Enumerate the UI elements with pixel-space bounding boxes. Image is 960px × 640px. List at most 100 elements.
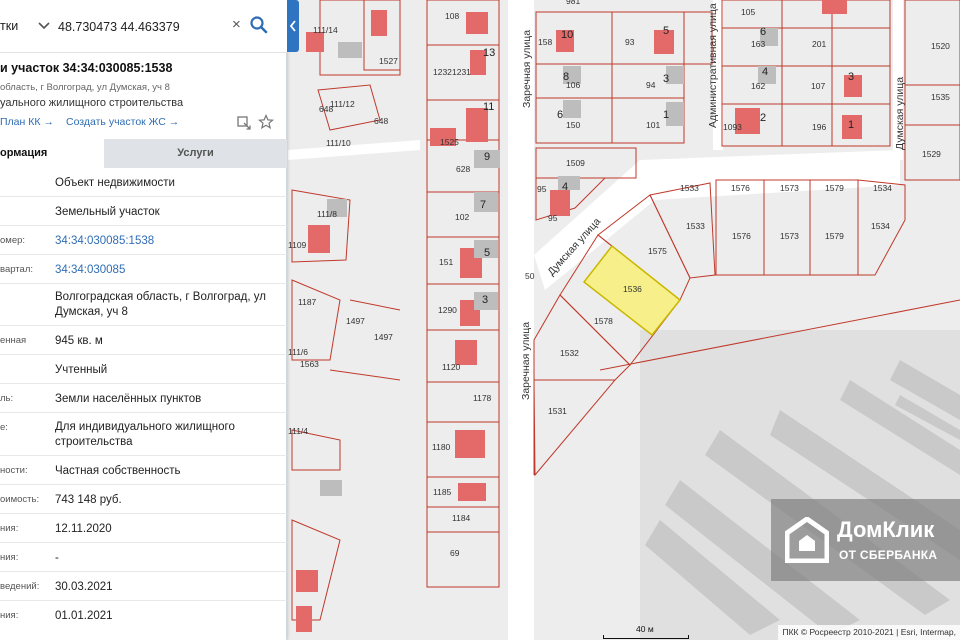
svg-text:1185: 1185	[433, 487, 452, 497]
svg-text:4: 4	[562, 181, 568, 193]
clear-icon[interactable]: ×	[232, 17, 246, 33]
field-key: ния:	[0, 552, 19, 563]
svg-text:111/10: 111/10	[326, 138, 351, 148]
svg-text:1232: 1232	[433, 67, 452, 77]
svg-text:1573: 1573	[780, 231, 799, 241]
svg-text:981: 981	[566, 0, 580, 6]
field-key: ведений:	[0, 581, 40, 592]
svg-text:1178: 1178	[473, 393, 492, 403]
svg-text:1: 1	[848, 119, 854, 131]
cadastral-number-link[interactable]: 34:34:030085:1538	[55, 234, 283, 249]
chevron-down-icon[interactable]	[37, 18, 51, 32]
parcel-address-short: область, г Волгоград, ул Думская, уч 8	[0, 82, 170, 93]
field-value: Для индивидуального жилищного строительс…	[55, 421, 235, 448]
field-value: 30.03.2021	[55, 581, 113, 593]
plan-kk-link[interactable]: План КК →	[0, 116, 54, 128]
svg-text:111/8: 111/8	[317, 209, 337, 219]
svg-text:2: 2	[760, 112, 766, 124]
field-row: оимость: 743 148 руб.	[0, 485, 287, 514]
svg-text:107: 107	[811, 81, 825, 91]
chevron-left-icon	[289, 20, 296, 32]
search-icon[interactable]	[249, 15, 269, 35]
star-icon[interactable]	[258, 114, 274, 130]
field-key: ности:	[0, 465, 28, 476]
field-value: 01.01.2021	[55, 610, 113, 622]
svg-text:1120: 1120	[442, 362, 461, 372]
field-row: омер: 34:34:030085:1538	[0, 226, 287, 255]
field-key: ль:	[0, 393, 14, 404]
watermark-subtitle: ОТ СБЕРБАНКА	[839, 548, 938, 562]
field-row: енная 945 кв. м	[0, 326, 287, 355]
field-row: Земельный участок	[0, 197, 287, 226]
field-row: ности: Частная собственность	[0, 456, 287, 485]
svg-text:101: 101	[646, 120, 660, 130]
field-value: Объект недвижимости	[55, 177, 175, 189]
domclick-watermark: ДомКлик ОТ СБЕРБАНКА	[771, 499, 960, 581]
svg-text:648: 648	[374, 116, 388, 126]
svg-text:1109: 1109	[288, 240, 307, 250]
tab-information[interactable]: ормация	[0, 139, 104, 168]
svg-text:1576: 1576	[731, 183, 750, 193]
svg-text:8: 8	[563, 71, 569, 83]
field-value: -	[55, 552, 59, 564]
field-key: оимость:	[0, 494, 40, 505]
parcel-purpose-short: уального жилищного строительства	[0, 97, 184, 109]
parcel-title: и участок 34:34:030085:1538	[0, 61, 173, 75]
svg-text:1497: 1497	[346, 316, 365, 326]
svg-text:11: 11	[483, 101, 494, 113]
field-key: вартал:	[0, 264, 34, 275]
svg-text:102: 102	[455, 212, 469, 222]
svg-text:1531: 1531	[548, 406, 567, 416]
locate-icon[interactable]	[236, 115, 252, 131]
field-row: вартал: 34:34:030085	[0, 255, 287, 284]
field-value: Волгоградская область, г Волгоград, ул Д…	[55, 291, 266, 318]
svg-text:201: 201	[812, 39, 826, 49]
field-row: ния: 01.01.2021	[0, 601, 287, 630]
tab-services[interactable]: Услуги	[104, 139, 287, 168]
svg-text:1520: 1520	[931, 41, 950, 51]
collapse-panel-button[interactable]	[287, 0, 299, 52]
svg-text:1: 1	[663, 109, 669, 121]
street-dumskaya-right: Думская улица	[894, 77, 906, 150]
street-zarechnaya-top: Заречная улица	[521, 30, 533, 108]
field-key: енная	[0, 335, 27, 346]
svg-text:150: 150	[566, 120, 580, 130]
search-input[interactable]	[58, 16, 228, 38]
svg-text:69: 69	[450, 548, 460, 558]
map-attribution: ПКК © Росреестр 2010-2021 | Esri, Interm…	[778, 625, 960, 640]
svg-text:1576: 1576	[732, 231, 751, 241]
field-value: Частная собственность	[55, 465, 181, 477]
field-value: Земельный участок	[55, 206, 160, 218]
search-type-select[interactable]: тки	[0, 19, 18, 33]
field-key: е:	[0, 422, 8, 433]
svg-text:3: 3	[663, 73, 669, 85]
svg-text:1573: 1573	[780, 183, 799, 193]
create-parcel-link[interactable]: Создать участок ЖС →	[66, 116, 179, 128]
svg-text:93: 93	[625, 37, 635, 47]
svg-text:1579: 1579	[825, 231, 844, 241]
field-value: 12.11.2020	[55, 523, 112, 535]
svg-text:1532: 1532	[560, 348, 579, 358]
svg-text:111/6: 111/6	[288, 347, 308, 357]
field-row: ль: Земли населённых пунктов	[0, 384, 287, 413]
svg-text:628: 628	[456, 164, 470, 174]
field-value: 743 148 руб.	[55, 494, 122, 506]
svg-text:1184: 1184	[452, 513, 471, 523]
svg-text:1093: 1093	[723, 122, 742, 132]
svg-text:196: 196	[812, 122, 826, 132]
scale-label: 40 м	[636, 624, 654, 634]
svg-text:95: 95	[537, 184, 547, 194]
field-key: ния:	[0, 610, 19, 621]
street-administrativnaya: Административная улица	[707, 3, 719, 128]
field-key: омер:	[0, 235, 26, 246]
info-panel: тки × и участок 34:34:030085:1538 област…	[0, 0, 287, 640]
svg-text:3: 3	[848, 71, 854, 83]
field-row: е: Для индивидуального жилищного строите…	[0, 413, 287, 456]
svg-text:1509: 1509	[566, 158, 585, 168]
domclick-logo-icon	[785, 517, 829, 563]
field-row: ведений: 30.03.2021	[0, 572, 287, 601]
cadastral-quarter-link[interactable]: 34:34:030085	[55, 263, 283, 278]
svg-text:1533: 1533	[686, 221, 705, 231]
svg-text:1536: 1536	[623, 284, 642, 294]
field-key: ния:	[0, 523, 19, 534]
